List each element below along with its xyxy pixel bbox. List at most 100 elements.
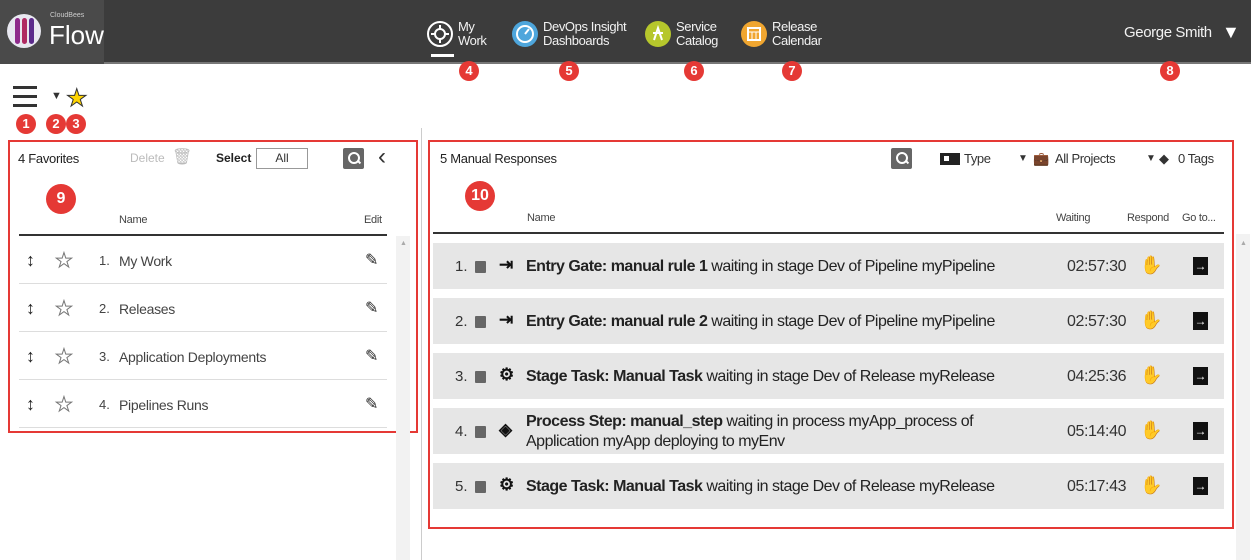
drag-handle-icon[interactable]: ↕ — [26, 250, 35, 271]
drag-handle-icon[interactable]: ↕ — [26, 346, 35, 367]
favorite-name[interactable]: Pipelines Runs — [119, 397, 208, 413]
pencil-icon[interactable]: ✎ — [365, 298, 378, 318]
nav-my-work[interactable]: My Work — [427, 16, 487, 52]
pencil-icon[interactable]: ✎ — [365, 394, 378, 414]
col-header-goto: Go to... — [1182, 212, 1216, 224]
nav-service-catalog[interactable]: Service Catalog — [645, 16, 718, 52]
favorite-name[interactable]: Releases — [119, 301, 175, 317]
response-number: 1. — [455, 258, 468, 275]
respond-hand-icon[interactable]: ✋ — [1140, 255, 1162, 276]
response-row[interactable]: 5. ⚙ Stage Task: Manual Task waiting in … — [433, 463, 1224, 511]
search-icon[interactable] — [343, 148, 364, 169]
callout-badge: 1 — [16, 114, 36, 134]
goto-arrow-icon[interactable]: → — [1193, 477, 1208, 495]
nav-release-calendar-label: Release Calendar — [772, 19, 822, 48]
select-dropdown[interactable]: All — [256, 148, 308, 169]
respond-hand-icon[interactable]: ✋ — [1140, 365, 1162, 386]
caret-down-icon[interactable]: ▼ — [1222, 22, 1240, 43]
respond-hand-icon[interactable]: ✋ — [1140, 310, 1162, 331]
favorites-count: 4 Favorites — [18, 151, 80, 166]
goto-arrow-icon[interactable]: → — [1193, 367, 1208, 385]
callout-badge: 5 — [559, 61, 579, 81]
pencil-icon[interactable]: ✎ — [365, 346, 378, 366]
favorites-scrollbar[interactable] — [396, 236, 410, 560]
col-header-edit: Edit — [364, 214, 382, 226]
projects-filter[interactable]: All Projects — [1055, 151, 1116, 166]
response-row[interactable]: 4. ◈ Process Step: manual_step waiting i… — [433, 408, 1224, 456]
response-text[interactable]: Entry Gate: manual rule 1 waiting in sta… — [526, 257, 1026, 277]
response-row[interactable]: 3. ⚙ Stage Task: Manual Task waiting in … — [433, 353, 1224, 401]
hamburger-icon[interactable] — [13, 86, 37, 108]
delete-button[interactable]: Delete — [130, 151, 165, 165]
status-square-icon — [475, 316, 486, 328]
scroll-up-icon[interactable]: ▲ — [1240, 240, 1247, 247]
response-text[interactable]: Entry Gate: manual rule 2 waiting in sta… — [526, 312, 1026, 332]
service-catalog-icon — [645, 21, 671, 47]
status-square-icon — [475, 426, 486, 438]
nav-service-catalog-label: Service Catalog — [676, 19, 719, 48]
goto-arrow-icon[interactable]: → — [1193, 312, 1208, 330]
nav-release-calendar[interactable]: Release Calendar — [741, 16, 822, 52]
star-outline-icon[interactable]: ★ — [55, 248, 74, 273]
favorite-number: 1. — [99, 253, 110, 268]
responses-count: 5 Manual Responses — [440, 151, 557, 166]
response-text[interactable]: Stage Task: Manual Task waiting in stage… — [526, 367, 1026, 387]
trash-icon[interactable]: 🗑 — [172, 147, 192, 167]
favorite-name[interactable]: Application Deployments — [119, 349, 266, 365]
col-header-name: Name — [527, 212, 556, 224]
favorite-row[interactable]: ↕ ★ 4. Pipelines Runs ✎ — [19, 380, 387, 428]
star-outline-icon[interactable]: ★ — [55, 344, 74, 369]
responses-scrollbar[interactable] — [1236, 234, 1250, 560]
callout-badge: 3 — [66, 114, 86, 134]
active-tab-indicator — [431, 54, 454, 57]
dashboard-gauge-icon — [512, 21, 538, 47]
goto-arrow-icon[interactable]: → — [1193, 257, 1208, 275]
callout-badge: 4 — [459, 61, 479, 81]
response-number: 4. — [455, 423, 468, 440]
response-number: 2. — [455, 313, 468, 330]
favorite-number: 3. — [99, 349, 110, 364]
response-text[interactable]: Stage Task: Manual Task waiting in stage… — [526, 477, 1026, 497]
chevron-left-icon[interactable]: ‹ — [378, 143, 386, 171]
star-outline-icon[interactable]: ★ — [55, 392, 74, 417]
response-row[interactable]: 2. ⇥ Entry Gate: manual rule 2 waiting i… — [433, 298, 1224, 346]
user-name[interactable]: George Smith — [1124, 24, 1212, 41]
gear-icon: ⚙ — [499, 365, 515, 384]
favorite-row[interactable]: ↕ ★ 1. My Work ✎ — [19, 236, 387, 284]
drag-handle-icon[interactable]: ↕ — [26, 298, 35, 319]
response-number: 3. — [455, 368, 468, 385]
caret-down-icon[interactable]: ▼ — [51, 90, 62, 102]
type-filter[interactable]: Type — [964, 151, 991, 166]
pencil-icon[interactable]: ✎ — [365, 250, 378, 270]
callout-badge: 8 — [1160, 61, 1180, 81]
favorite-row[interactable]: ↕ ★ 2. Releases ✎ — [19, 284, 387, 332]
respond-hand-icon[interactable]: ✋ — [1140, 475, 1162, 496]
calendar-icon — [741, 21, 767, 47]
panel-divider — [421, 128, 422, 560]
favorite-row[interactable]: ↕ ★ 3. Application Deployments ✎ — [19, 332, 387, 380]
app-logo[interactable]: CloudBees Flow — [0, 0, 104, 64]
star-outline-icon[interactable]: ★ — [55, 296, 74, 321]
respond-hand-icon[interactable]: ✋ — [1140, 420, 1162, 441]
col-header-waiting: Waiting — [1056, 212, 1091, 224]
caret-down-icon[interactable]: ▼ — [1018, 153, 1028, 164]
type-filter-icon[interactable] — [940, 153, 960, 165]
drag-handle-icon[interactable]: ↕ — [26, 394, 35, 415]
caret-down-icon[interactable]: ▼ — [1146, 153, 1156, 164]
response-text[interactable]: Process Step: manual_step waiting in pro… — [526, 412, 1026, 452]
goto-arrow-icon[interactable]: → — [1193, 422, 1208, 440]
star-icon[interactable]: ★ — [66, 84, 88, 113]
cloudbees-logo-icon — [7, 14, 41, 48]
search-icon[interactable] — [891, 148, 912, 169]
callout-badge: 6 — [684, 61, 704, 81]
briefcase-icon: 💼 — [1033, 151, 1049, 166]
my-work-icon — [427, 21, 453, 47]
favorite-name[interactable]: My Work — [119, 253, 172, 269]
tag-icon: ◆ — [1159, 151, 1169, 166]
nav-devops-insight[interactable]: DevOps Insight Dashboards — [512, 16, 627, 52]
process-step-icon: ◈ — [499, 420, 513, 439]
tags-filter[interactable]: 0 Tags — [1178, 151, 1214, 166]
waiting-time: 05:17:43 — [1067, 478, 1127, 495]
response-row[interactable]: 1. ⇥ Entry Gate: manual rule 1 waiting i… — [433, 243, 1224, 291]
scroll-up-icon[interactable]: ▲ — [400, 240, 407, 247]
